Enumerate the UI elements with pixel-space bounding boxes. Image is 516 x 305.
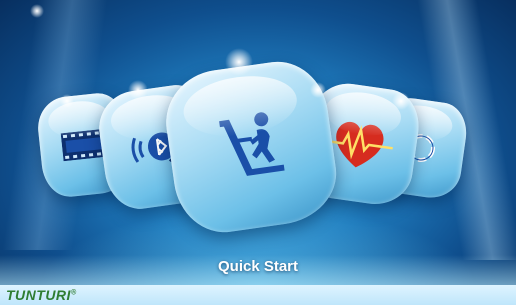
main-menu-screen: Quick Start TUNTURI® (0, 0, 516, 305)
heartbeat-icon (325, 112, 398, 177)
sparkle (225, 48, 253, 76)
tunturi-logo: TUNTURI® (6, 287, 77, 303)
sparkle (310, 82, 326, 98)
treadmill-runner-icon (206, 102, 296, 192)
sparkle (30, 4, 44, 18)
sparkle (60, 94, 74, 108)
sparkle (392, 92, 410, 110)
sparkle (128, 80, 148, 100)
selected-item-label: Quick Start (217, 258, 299, 275)
brand-bar: TUNTURI® (0, 285, 516, 305)
